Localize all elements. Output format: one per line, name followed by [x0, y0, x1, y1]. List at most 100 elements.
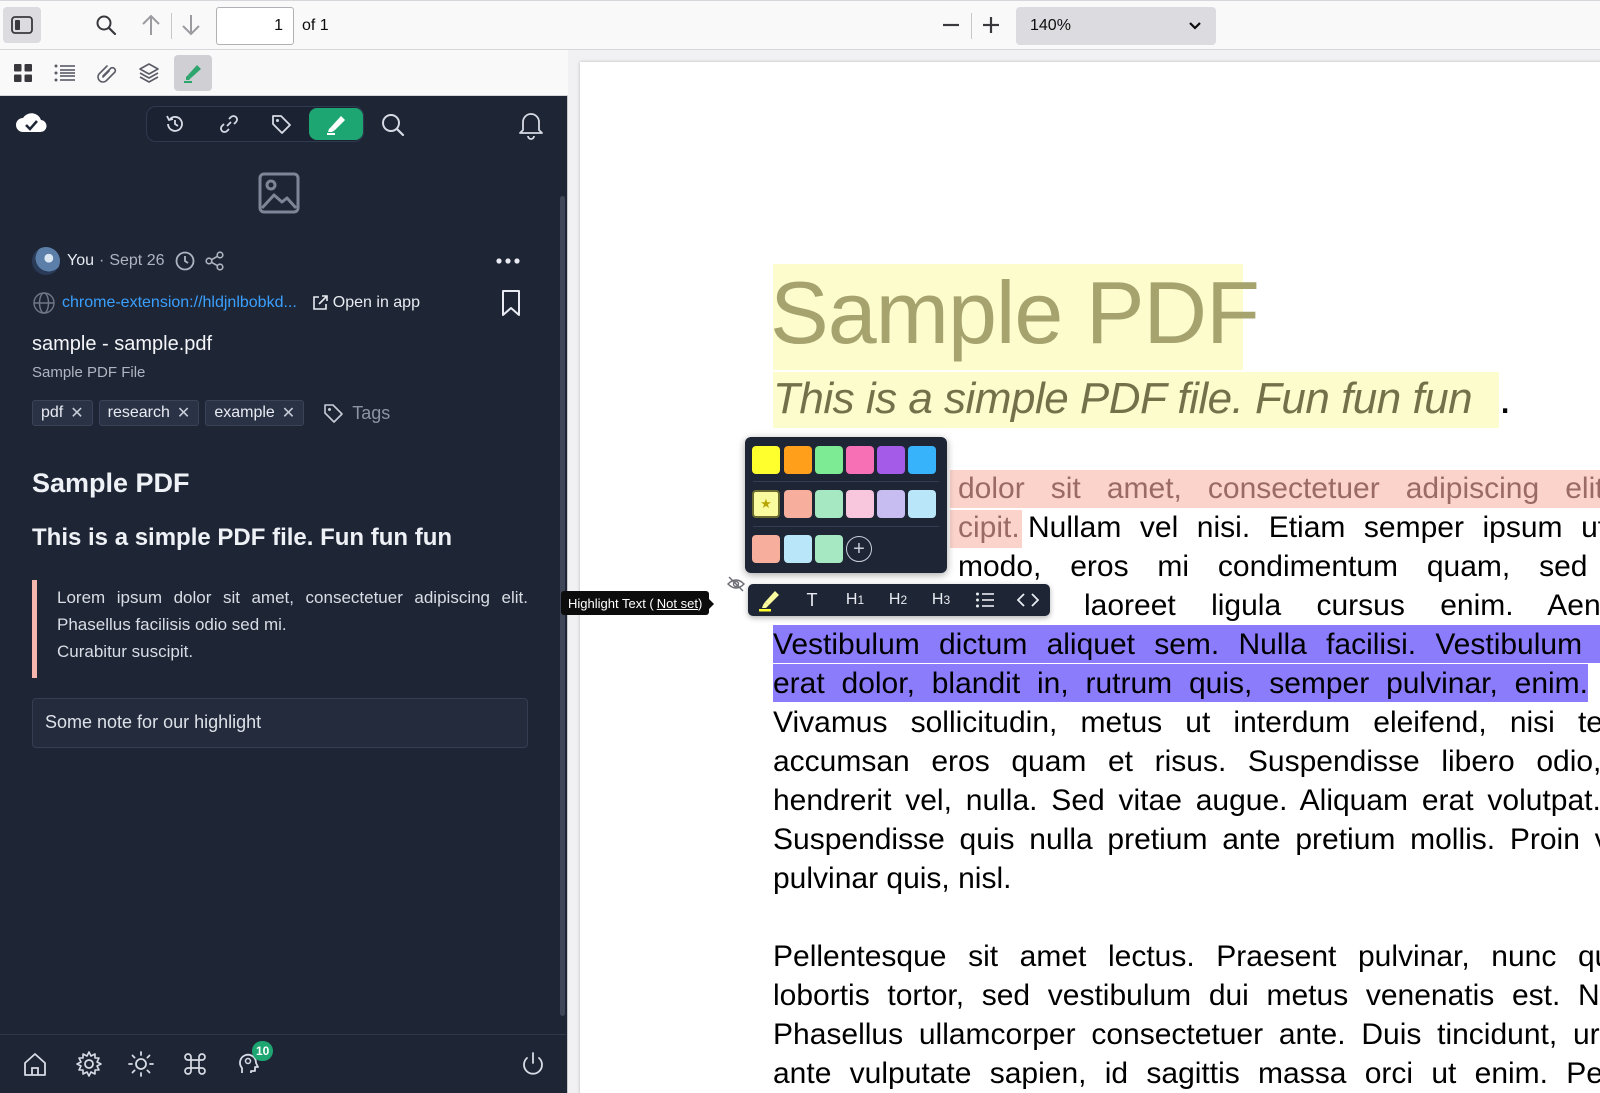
tab-attachments[interactable] — [88, 55, 126, 91]
pen-icon — [327, 116, 345, 135]
gear-icon[interactable] — [74, 1049, 104, 1079]
tab-highlighter[interactable] — [174, 55, 212, 91]
source-url-link[interactable]: chrome-extension://hldjnlbobkd... — [62, 294, 297, 312]
zoom-out-button[interactable] — [934, 9, 968, 41]
zoom-in-button[interactable] — [974, 9, 1008, 41]
bell-icon[interactable] — [516, 108, 546, 140]
color-swatch[interactable] — [752, 446, 780, 474]
tooltip-arrow — [709, 599, 715, 609]
tag-chip[interactable]: pdf ✕ — [32, 400, 93, 426]
palette-divider — [753, 526, 939, 527]
quote-line: Curabitur suscipit. — [57, 642, 194, 661]
code-format-button[interactable] — [1013, 584, 1043, 616]
color-swatch[interactable] — [908, 490, 936, 518]
heading-letter: H — [888, 591, 901, 608]
tab-tags[interactable] — [255, 108, 307, 140]
remove-tag-icon[interactable]: ✕ — [70, 403, 83, 423]
zoom-value: 140% — [1030, 17, 1071, 34]
heading-3-button[interactable]: H3 — [926, 584, 956, 616]
command-icon[interactable] — [180, 1049, 210, 1079]
power-icon[interactable] — [518, 1049, 548, 1079]
heading-2-button[interactable]: H2 — [883, 584, 913, 616]
color-swatch[interactable] — [815, 446, 843, 474]
heading-level: 2 — [900, 593, 908, 607]
tab-highlights[interactable] — [309, 108, 363, 140]
color-swatch[interactable] — [846, 446, 874, 474]
color-swatch[interactable] — [908, 446, 936, 474]
color-swatch[interactable] — [784, 446, 812, 474]
tab-layers[interactable] — [130, 55, 168, 91]
color-swatch[interactable] — [784, 535, 812, 563]
tooltip-close-paren: ) — [697, 595, 703, 611]
open-in-app-label: Open in app — [332, 294, 420, 311]
sun-icon[interactable] — [126, 1049, 156, 1079]
code-icon — [1017, 593, 1039, 607]
pdf-text-line: Pellentesque sit amet lectus. Praesent p… — [773, 940, 1600, 973]
tag-icon — [272, 115, 291, 134]
tab-thumbnails[interactable] — [4, 55, 42, 91]
search-icon[interactable] — [378, 110, 408, 140]
panel-header — [0, 96, 566, 154]
pdf-text-line: Vestibulum dictum aliquet sem. Nulla fac… — [773, 628, 1600, 661]
heading-1-button[interactable]: H1 — [840, 584, 870, 616]
link-icon — [220, 115, 238, 133]
author-name: You — [67, 252, 94, 269]
previous-page-button[interactable] — [136, 9, 166, 41]
color-swatch-selected[interactable]: ★ — [752, 490, 780, 518]
tag-chip[interactable]: research ✕ — [98, 400, 200, 426]
highlight-note-field[interactable]: Some note for our highlight — [32, 698, 528, 748]
open-in-app-link[interactable]: Open in app — [311, 294, 420, 312]
color-swatch[interactable] — [846, 490, 874, 518]
meta-separator: · — [99, 252, 105, 269]
color-swatch[interactable] — [752, 535, 780, 563]
heading-level: 3 — [943, 593, 951, 607]
remove-tag-icon[interactable]: ✕ — [177, 403, 190, 423]
tab-outline[interactable] — [46, 55, 84, 91]
pdf-text-line: erat dolor, blandit in, rutrum quis, sem… — [773, 667, 1588, 700]
sidebar-view-tabs — [0, 50, 568, 96]
zoom-select[interactable]: 140% — [1016, 7, 1216, 45]
color-swatch[interactable] — [877, 446, 905, 474]
tooltip-label: Highlight Text ( — [568, 595, 654, 611]
share-icon[interactable] — [204, 250, 226, 272]
tag-chip[interactable]: example ✕ — [205, 400, 305, 426]
pdf-text-line: hendrerit vel, nulla. Sed vitae augue. A… — [773, 784, 1600, 817]
palette-divider — [753, 481, 939, 482]
add-color-button[interactable]: + — [846, 536, 872, 562]
selected-star-icon: ★ — [760, 496, 772, 511]
color-swatch[interactable] — [815, 535, 843, 563]
highlight-tooltip: Highlight Text (Not set) — [561, 591, 715, 615]
highlight-quote[interactable]: Lorem ipsum dolor sit amet, consectetuer… — [32, 580, 528, 678]
add-tag-button[interactable]: Tags — [322, 402, 390, 424]
page-number-input[interactable] — [216, 7, 294, 45]
highlight-heading-1: Sample PDF — [32, 468, 190, 498]
color-swatch[interactable] — [815, 490, 843, 518]
color-swatch[interactable] — [784, 490, 812, 518]
list-format-button[interactable] — [970, 584, 1000, 616]
clock-icon[interactable] — [174, 250, 196, 272]
bullet-list-icon — [976, 592, 994, 608]
image-placeholder-icon — [256, 170, 302, 216]
plus-icon — [983, 17, 999, 33]
sidebar-toggle-button[interactable] — [3, 7, 41, 43]
tooltip-shortcut: Not set — [656, 595, 698, 611]
color-swatch[interactable] — [877, 490, 905, 518]
source-row: chrome-extension://hldjnlbobkd... Open i… — [32, 288, 532, 318]
pdf-viewer[interactable]: Sample PDF This is a simple PDF file. Fu… — [568, 50, 1600, 1093]
eye-off-icon[interactable] — [726, 574, 746, 594]
highlighter-icon — [184, 65, 201, 83]
cloud-sync-icon[interactable] — [14, 108, 48, 138]
bookmark-icon[interactable] — [498, 288, 524, 318]
tab-history[interactable] — [149, 108, 201, 140]
text-format-button[interactable]: T — [798, 584, 826, 616]
avatar — [32, 247, 60, 275]
created-date: Sept 26 — [109, 252, 165, 269]
home-icon[interactable] — [20, 1049, 50, 1079]
remove-tag-icon[interactable]: ✕ — [282, 403, 295, 423]
find-button[interactable] — [90, 9, 122, 41]
tab-links[interactable] — [203, 108, 255, 140]
next-page-button[interactable] — [176, 9, 206, 41]
more-options-icon[interactable] — [494, 246, 522, 276]
layers-icon — [139, 63, 159, 83]
highlight-text-button[interactable] — [752, 584, 786, 616]
